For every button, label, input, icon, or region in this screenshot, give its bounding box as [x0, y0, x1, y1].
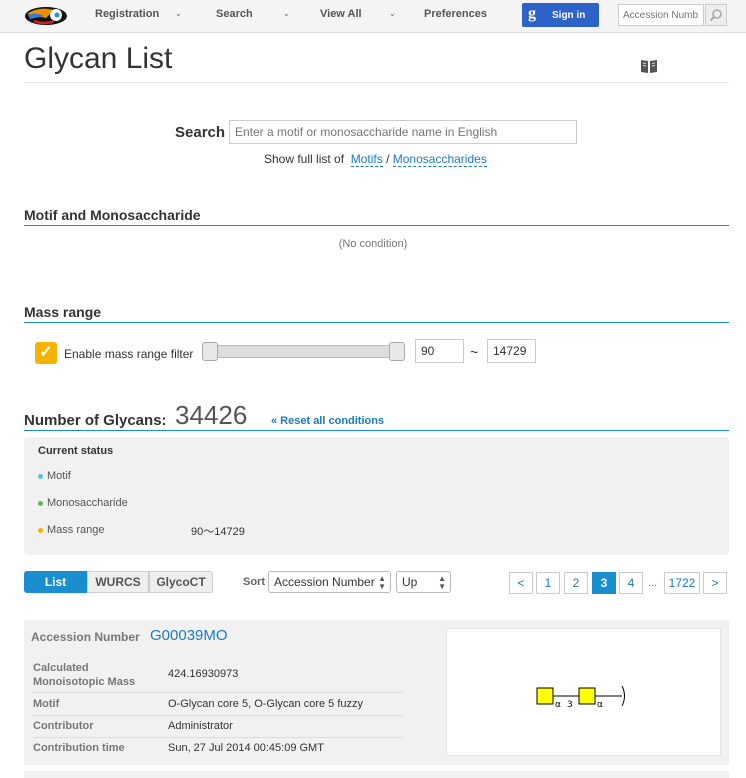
divider	[24, 430, 729, 431]
toucan-logo-icon[interactable]	[24, 4, 68, 28]
linkage-alpha-label: α	[597, 700, 603, 710]
status-label: Monosaccharide	[47, 497, 128, 509]
row-motif: Motif O-Glycan core 5, O-Glycan core 5 f…	[33, 695, 403, 716]
motifs-link[interactable]: Motifs	[350, 152, 383, 167]
view-tabs: List WURCS GlycoCT	[24, 571, 213, 593]
chevron-down-icon[interactable]: ⌄	[389, 9, 396, 18]
link-separator: /	[386, 152, 390, 166]
divider	[24, 322, 729, 323]
mass-max-input[interactable]: 14729	[487, 339, 536, 363]
galnac-square	[536, 687, 554, 705]
row-mass: Calculated Monoisotopic Mass 424.1693097…	[33, 658, 403, 693]
status-row-motif: Motif	[38, 470, 71, 482]
nav-search[interactable]: Search	[216, 8, 253, 20]
accession-link[interactable]: G00039MO	[150, 627, 228, 644]
status-row-mass: Mass range	[38, 524, 104, 536]
galnac-square	[578, 687, 596, 705]
no-condition-text: (No condition)	[338, 238, 408, 250]
pager-page-4[interactable]: 4	[619, 572, 643, 594]
divider	[24, 225, 729, 226]
time-label: Contribution time	[33, 742, 125, 754]
motif-value: O-Glycan core 5, O-Glycan core 5 fuzzy	[168, 698, 364, 710]
sort-direction-value: Up	[402, 575, 418, 589]
full-list-prefix: Show full list of	[264, 152, 345, 166]
glycan-structure-image[interactable]: α 3 α	[446, 628, 721, 756]
sort-field-value: Accession Number	[274, 575, 375, 589]
contributor-value: Administrator	[168, 720, 233, 732]
accession-label: Accession Number	[31, 630, 140, 644]
search-input[interactable]	[229, 120, 577, 144]
tab-wurcs[interactable]: WURCS	[87, 571, 149, 593]
full-list-links: Show full list of Motifs / Monosaccharid…	[264, 152, 487, 167]
signin-label: Sign in	[552, 10, 586, 21]
nav-registration[interactable]: Registration	[95, 8, 159, 20]
bullet-icon	[38, 473, 43, 479]
current-status-panel: Current status Motif Monosaccharide Mass…	[24, 437, 729, 555]
sort-direction-select[interactable]: Up ▲ ▼	[396, 571, 451, 593]
monosaccharides-link[interactable]: Monosaccharides	[392, 152, 487, 167]
select-arrows-icon: ▲ ▼	[378, 574, 386, 591]
motif-section-heading: Motif and Monosaccharide	[24, 207, 201, 223]
contributor-label: Contributor	[33, 720, 94, 732]
top-nav: Registration ⌄ Search ⌄ View All ⌄ Prefe…	[0, 0, 746, 33]
glycan-count-value: 34426	[175, 400, 248, 430]
divider	[24, 82, 729, 83]
status-label: Motif	[47, 470, 71, 482]
mass-label: Calculated Monoisotopic Mass	[33, 662, 136, 688]
row-contributor: Contributor Administrator	[33, 717, 403, 738]
select-arrows-icon: ▲ ▼	[438, 574, 446, 591]
sort-field-select[interactable]: Accession Number ▲ ▼	[268, 571, 391, 593]
status-title: Current status	[38, 445, 114, 457]
nav-view-all[interactable]: View All	[320, 8, 362, 20]
mass-min-input[interactable]: 90	[415, 339, 464, 363]
range-tilde: ~	[470, 344, 479, 360]
chevron-down-icon[interactable]: ⌄	[283, 9, 290, 18]
row-time: Contribution time Sun, 27 Jul 2014 00:45…	[33, 739, 403, 760]
google-signin-button[interactable]: g Sign in	[522, 3, 599, 27]
linkage-position-label: 3	[567, 700, 573, 710]
time-value: Sun, 27 Jul 2014 00:45:09 GMT	[168, 742, 324, 754]
chevron-down-icon[interactable]: ⌄	[175, 9, 182, 18]
book-icon[interactable]	[640, 58, 658, 74]
slider-max-handle[interactable]	[389, 342, 405, 361]
tab-list[interactable]: List	[24, 571, 87, 593]
sort-label: Sort	[243, 576, 265, 588]
page-title: Glycan List	[24, 42, 173, 75]
reset-conditions-link[interactable]: « Reset all conditions	[271, 415, 384, 427]
status-label: Mass range	[47, 524, 105, 536]
status-row-monosaccharide: Monosaccharide	[38, 497, 128, 509]
pager-page-1[interactable]: 1	[536, 572, 560, 594]
glycan-result-card: Accession Number G00039MO Calculated Mon…	[24, 620, 729, 765]
glycan-count-label: Number of Glycans:	[24, 412, 167, 429]
mass-value: 424.16930973	[168, 668, 239, 680]
mass-range-heading: Mass range	[24, 304, 102, 320]
linkage-alpha-label: α	[555, 700, 561, 710]
motif-label: Motif	[33, 698, 60, 710]
mass-range-label: Enable mass range filter	[64, 347, 194, 361]
tab-glycoct[interactable]: GlycoCT	[149, 571, 213, 593]
search-label: Search	[175, 124, 226, 141]
pager-next[interactable]: >	[703, 572, 727, 594]
accession-search-input[interactable]	[618, 4, 704, 26]
status-mass-value: 90〜14729	[191, 526, 245, 538]
next-result-card	[24, 771, 729, 778]
nav-preferences[interactable]: Preferences	[424, 8, 487, 20]
mass-range-slider[interactable]	[205, 345, 405, 358]
pager-page-2[interactable]: 2	[564, 572, 588, 594]
mass-range-checkbox[interactable]: ✓	[35, 342, 57, 364]
glycan-structure-icon: α 3 α	[536, 685, 625, 710]
bullet-icon	[38, 527, 43, 533]
slider-min-handle[interactable]	[202, 342, 218, 361]
pager-ellipsis: ...	[648, 577, 658, 589]
bullet-icon	[38, 500, 43, 506]
pager-prev[interactable]: <	[509, 572, 533, 594]
pager-page-3[interactable]: 3	[592, 572, 616, 594]
search-icon[interactable]	[705, 4, 727, 26]
google-icon: g	[528, 5, 536, 22]
pager-last[interactable]: 1722	[664, 572, 700, 594]
